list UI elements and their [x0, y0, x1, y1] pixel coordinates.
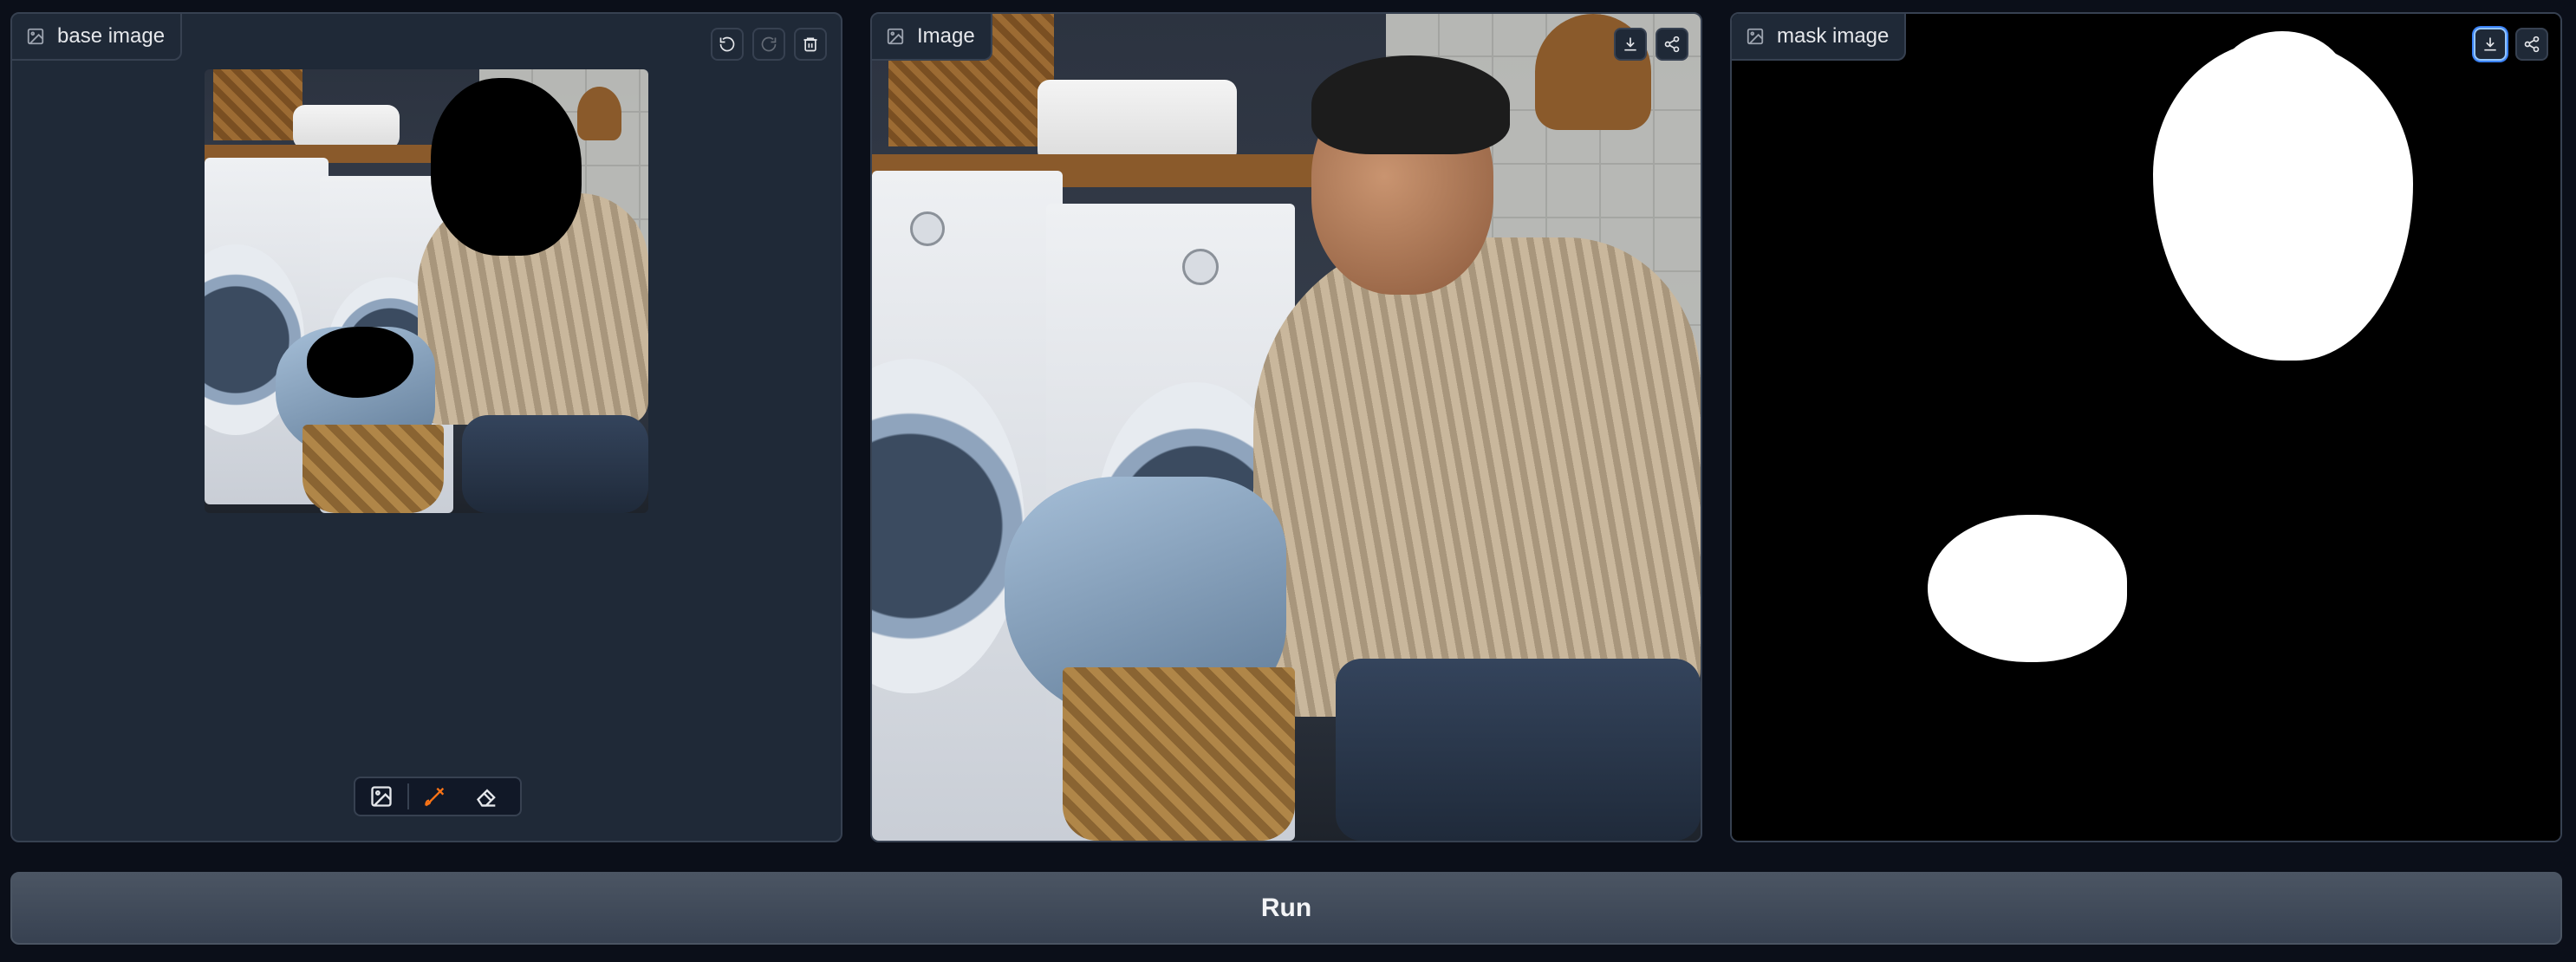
painted-mask-head [431, 78, 582, 257]
man-jeans [1336, 659, 1701, 841]
laundry-basket [1062, 666, 1295, 841]
shelf-basket [213, 69, 302, 140]
wall-spatula [577, 87, 622, 140]
redo-button[interactable] [752, 28, 785, 61]
trash-icon [803, 37, 817, 52]
redo-icon [761, 36, 777, 52]
brush-tool[interactable] [409, 778, 461, 815]
output-image-label: Image [872, 14, 992, 61]
mask-region-hand [1928, 515, 2127, 662]
share-button[interactable] [1656, 28, 1688, 61]
image-icon [27, 28, 44, 45]
download-icon [2484, 37, 2496, 51]
share-icon [1664, 36, 1680, 53]
clear-button[interactable] [794, 28, 827, 61]
base-image-canvas[interactable] [205, 69, 648, 513]
output-image-panel: Image [870, 12, 1702, 842]
share-icon [2524, 36, 2540, 53]
eraser-tool[interactable] [461, 778, 513, 815]
laundry-basket [302, 424, 445, 513]
image-icon [371, 786, 392, 807]
towels [293, 104, 400, 150]
mask-download-button[interactable] [2474, 28, 2507, 61]
undo-icon [719, 36, 735, 52]
man-jeans [461, 415, 648, 513]
mask-image [1732, 14, 2560, 841]
download-button[interactable] [1614, 28, 1647, 61]
mask-image-label-text: mask image [1777, 24, 1890, 48]
undo-button[interactable] [711, 28, 744, 61]
eraser-icon [476, 789, 496, 807]
upload-image-tool[interactable] [355, 778, 407, 815]
mask-share-button[interactable] [2515, 28, 2548, 61]
brush-icon [425, 787, 445, 807]
man-sweater [1252, 237, 1701, 717]
output-image [872, 14, 1701, 841]
mask-region-head-top [2217, 31, 2347, 135]
man-hair [1311, 55, 1511, 155]
washer-left [872, 171, 1063, 841]
download-icon [1624, 37, 1636, 51]
base-image-label: base image [12, 14, 183, 61]
run-button[interactable]: Run [10, 872, 2562, 945]
editor-toolbar [354, 777, 522, 816]
image-icon [887, 28, 904, 45]
mask-image-label: mask image [1732, 14, 1907, 61]
output-image-label-text: Image [917, 24, 975, 48]
mask-image-panel: mask image [1730, 12, 2562, 842]
towels [1038, 80, 1237, 163]
base-image-label-text: base image [57, 24, 166, 48]
base-image-panel: base image [10, 12, 842, 842]
image-icon [1747, 28, 1764, 45]
